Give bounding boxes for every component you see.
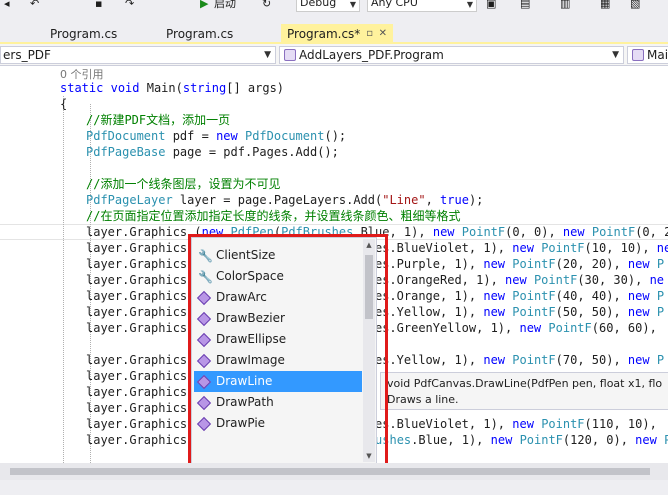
toolbar-icon[interactable]: ▦: [600, 0, 610, 12]
code-line: //新建PDF文档，添加一页: [86, 113, 231, 127]
chevron-down-icon: ▼: [264, 50, 271, 60]
code-line: static void Main(string[] args): [60, 81, 285, 95]
class-dropdown[interactable]: AddLayers_PDF.Program ▼: [279, 46, 624, 64]
pin-icon[interactable]: ▫: [366, 24, 373, 44]
indent-guide: [63, 96, 64, 463]
project-dropdown[interactable]: ers_PDF ▼: [0, 46, 276, 64]
toolbar-icon[interactable]: ▣: [486, 0, 496, 12]
toolbar-icon[interactable]: ▧: [630, 0, 640, 12]
toolbar: ◂ ↶ ▪ ↷ ▶ 启动 ↻ Debug ▼ Any CPU ▼ ▣ ▤ ▥ ▦…: [0, 0, 668, 14]
tab-label: Program.cs: [166, 27, 234, 41]
code-line: //在页面指定位置添加指定长度的线条，并设置线条颜色、粗细等格式: [86, 209, 461, 223]
toolbar-icon[interactable]: ▤: [520, 0, 530, 12]
config-select[interactable]: Debug ▼: [296, 0, 360, 12]
toolbar-icon[interactable]: ▥: [560, 0, 570, 12]
code-line: layer.Graphics.: [86, 385, 195, 399]
method-icon: [632, 48, 644, 61]
code-line: //添加一个线条图层，设置为不可见: [86, 177, 281, 191]
config-value: Debug: [300, 0, 337, 9]
class-icon: [284, 48, 296, 61]
member-dropdown[interactable]: Mai: [627, 46, 668, 64]
code-line: PdfPageBase page = pdf.Pages.Add();: [86, 145, 339, 159]
close-icon[interactable]: ✕: [379, 24, 387, 44]
tab-program-cs-1[interactable]: Program.cs: [36, 24, 136, 44]
tab-label: Program.cs: [50, 27, 118, 41]
redo-icon[interactable]: ↷: [125, 0, 134, 12]
annotation-highlight-box: [188, 234, 388, 469]
navigation-bar: ers_PDF ▼ AddLayers_PDF.Program ▼ Mai: [0, 44, 668, 66]
chevron-down-icon: ▼: [349, 0, 356, 9]
undo-icon[interactable]: ↶: [30, 0, 39, 12]
editor-footer: [0, 480, 668, 495]
refresh-icon[interactable]: ↻: [262, 0, 271, 12]
code-line: {: [60, 97, 68, 111]
member-value: Mai: [647, 48, 668, 62]
tab-label: Program.cs*: [287, 27, 361, 41]
project-value: ers_PDF: [3, 48, 51, 62]
platform-value: Any CPU: [371, 0, 418, 9]
chevron-down-icon: ▼: [466, 0, 473, 9]
start-button[interactable]: 启动: [214, 0, 236, 12]
horizontal-scrollbar[interactable]: [0, 463, 668, 480]
back-icon[interactable]: ◂: [4, 0, 10, 12]
start-icon[interactable]: ▶: [200, 0, 208, 12]
tooltip-signature: void PdfCanvas.DrawLine(PdfPen pen, floa…: [387, 377, 663, 390]
tab-program-cs-active[interactable]: Program.cs* ▫ ✕: [281, 24, 393, 44]
tab-program-cs-2[interactable]: Program.cs: [152, 24, 260, 44]
platform-select[interactable]: Any CPU ▼: [367, 0, 477, 12]
code-line: PdfDocument pdf = new PdfDocument();: [86, 129, 347, 143]
chevron-down-icon: ▼: [612, 50, 619, 60]
class-value: AddLayers_PDF.Program: [299, 48, 444, 62]
scrollbar-thumb[interactable]: [10, 468, 650, 475]
signature-tooltip: void PdfCanvas.DrawLine(PdfPen pen, floa…: [380, 372, 668, 410]
code-line: PdfPageLayer layer = page.PageLayers.Add…: [86, 193, 484, 207]
tooltip-description: Draws a line.: [387, 393, 459, 406]
save-icon[interactable]: ▪: [95, 0, 102, 12]
code-line: layer.Graphics.: [86, 369, 195, 383]
tab-strip: Program.cs Program.cs Program.cs* ▫ ✕: [0, 14, 668, 44]
